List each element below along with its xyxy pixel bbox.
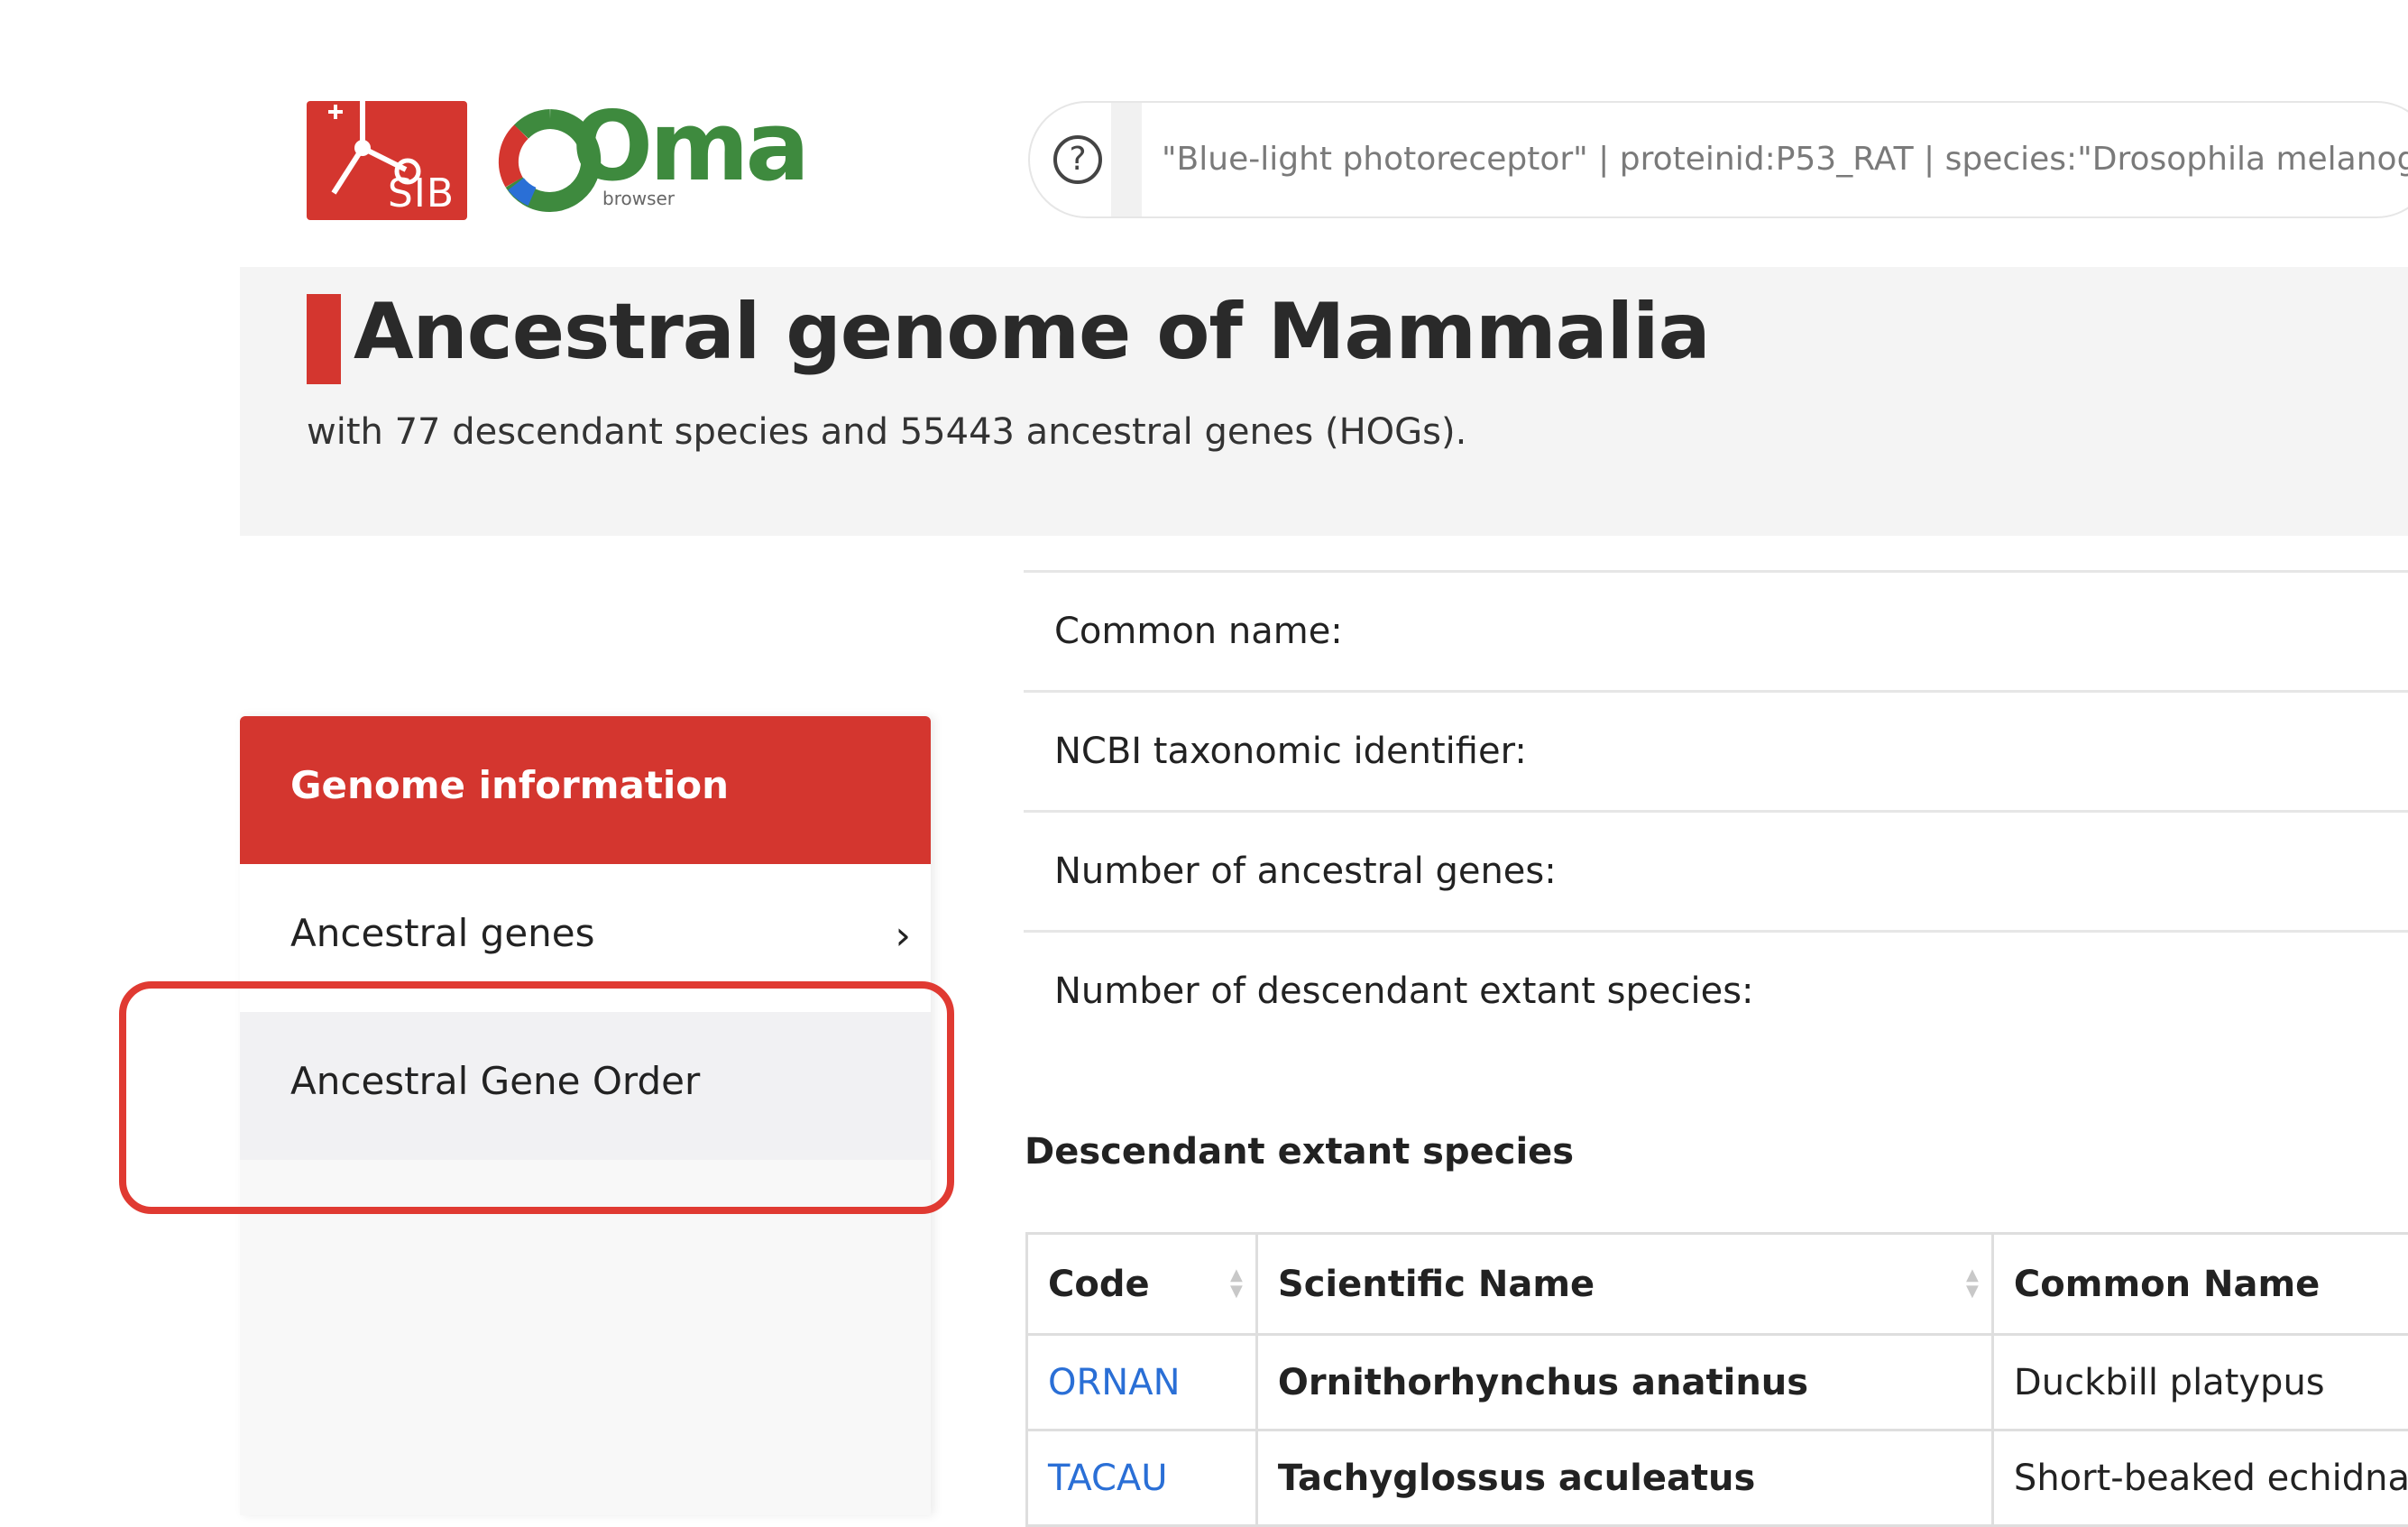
table-cell-scientific-name: Tachyglossus aculeatus bbox=[1256, 1430, 1992, 1526]
sort-icon[interactable]: ▲▼ bbox=[1964, 1267, 1981, 1303]
table-cell-common-name: Duckbill platypus bbox=[1992, 1335, 2408, 1430]
oma-logo-subtext: browser bbox=[602, 188, 675, 209]
section-heading: Descendant extant species bbox=[1025, 1131, 1574, 1173]
genome-info-list: Common name: NCBI taxonomic identifier: … bbox=[1024, 570, 2408, 1050]
table-cell-code[interactable]: ORNAN bbox=[1027, 1335, 1257, 1430]
column-header-code[interactable]: Code ▲▼ bbox=[1027, 1234, 1257, 1335]
table-row: ORNAN Ornithorhynchus anatinus Duckbill … bbox=[1027, 1335, 2408, 1430]
highlight-annotation-box bbox=[119, 981, 954, 1214]
info-row-ncbi-taxid: NCBI taxonomic identifier: bbox=[1024, 690, 2408, 810]
species-code-link[interactable]: TACAU bbox=[1048, 1458, 1168, 1499]
info-label: NCBI taxonomic identifier: bbox=[1054, 731, 1527, 772]
sort-icon[interactable]: ▲▼ bbox=[1228, 1267, 1245, 1303]
column-header-common-name[interactable]: Common Name bbox=[1992, 1234, 2408, 1335]
search-bar[interactable]: ? "Blue-light photoreceptor" | proteinid… bbox=[1028, 101, 2408, 218]
info-label: Number of descendant extant species: bbox=[1054, 970, 1754, 1012]
info-label: Common name: bbox=[1054, 611, 1343, 652]
search-divider bbox=[1111, 103, 1142, 216]
help-icon[interactable]: ? bbox=[1053, 135, 1102, 184]
species-table: Code ▲▼ Scientific Name ▲▼ Common Name O… bbox=[1025, 1232, 2408, 1527]
sib-logo-text: SIB bbox=[388, 170, 455, 216]
sidebar-item-genome-information[interactable]: Genome information bbox=[240, 716, 931, 864]
page-subtitle: with 77 descendant species and 55443 anc… bbox=[307, 411, 1466, 453]
info-row-ancestral-genes: Number of ancestral genes: bbox=[1024, 810, 2408, 930]
title-band: Ancestral genome of Mammalia with 77 des… bbox=[240, 267, 2408, 536]
table-cell-common-name: Short-beaked echidna bbox=[1992, 1430, 2408, 1526]
page-title: Ancestral genome of Mammalia bbox=[354, 287, 1710, 377]
oma-logo-text: Oma bbox=[572, 99, 806, 195]
info-row-descendant-species: Number of descendant extant species: bbox=[1024, 930, 2408, 1050]
oma-logo[interactable]: Oma browser bbox=[496, 106, 767, 218]
table-header-row: Code ▲▼ Scientific Name ▲▼ Common Name bbox=[1027, 1234, 2408, 1335]
info-row-common-name: Common name: bbox=[1024, 570, 2408, 690]
info-label: Number of ancestral genes: bbox=[1054, 851, 1557, 892]
table-cell-code[interactable]: TACAU bbox=[1027, 1430, 1257, 1526]
title-accent-bar bbox=[307, 294, 341, 384]
sidebar-item-label: Ancestral genes bbox=[290, 911, 595, 955]
search-input[interactable]: "Blue-light photoreceptor" | proteinid:P… bbox=[1162, 141, 2408, 178]
species-code-link[interactable]: ORNAN bbox=[1048, 1362, 1180, 1403]
column-header-scientific-name[interactable]: Scientific Name ▲▼ bbox=[1256, 1234, 1992, 1335]
table-cell-scientific-name: Ornithorhynchus anatinus bbox=[1256, 1335, 1992, 1430]
sib-logo[interactable]: SIB bbox=[307, 101, 467, 220]
table-row: TACAU Tachyglossus aculeatus Short-beake… bbox=[1027, 1430, 2408, 1526]
sidebar-item-label: Genome information bbox=[290, 763, 729, 807]
chevron-right-icon: › bbox=[895, 916, 911, 956]
